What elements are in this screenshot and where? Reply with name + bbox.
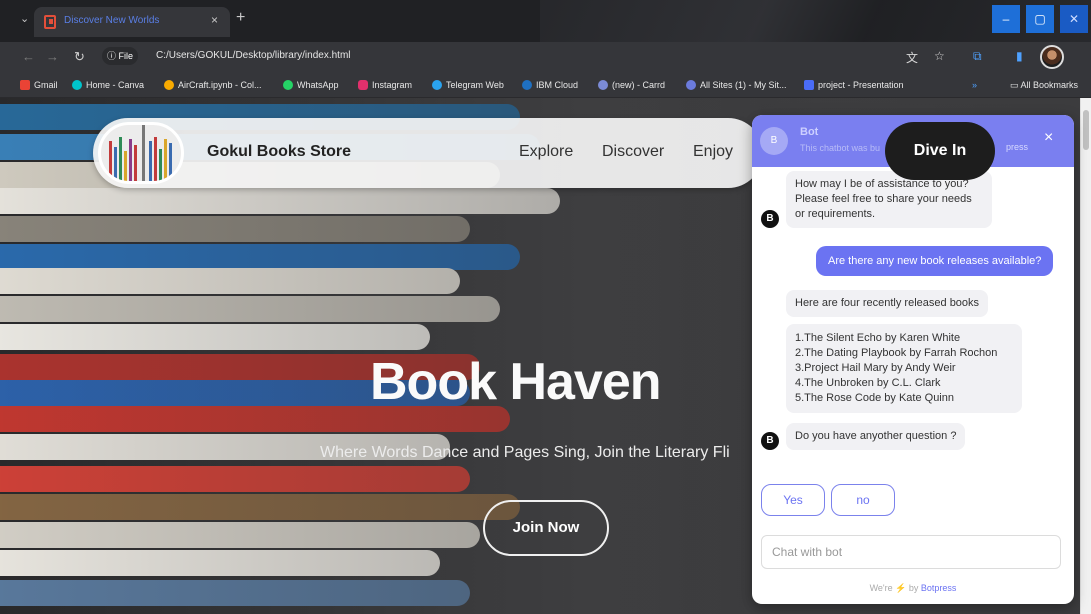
extensions-icon[interactable]: ⧉	[973, 49, 982, 64]
bookmark-item[interactable]: (new) - Carrd	[598, 80, 665, 90]
bookmark-star-icon[interactable]: ☆	[934, 49, 945, 63]
bot-avatar: B	[760, 127, 788, 155]
address-bar[interactable]: C:/Users/GOKUL/Desktop/library/index.htm…	[156, 50, 351, 61]
bookmark-item[interactable]: AirCraft.ipynb - Col...	[164, 80, 262, 90]
option-yes-button[interactable]: Yes	[761, 484, 825, 516]
telegram-icon	[432, 80, 442, 90]
nav-link-discover[interactable]: Discover	[602, 143, 664, 161]
new-tab-button[interactable]: +	[236, 10, 245, 26]
page-scrollbar[interactable]	[1080, 98, 1091, 614]
reload-icon[interactable]: ↻	[74, 49, 85, 65]
window-close-button[interactable]: ✕	[1060, 5, 1088, 33]
powered-by-botpress[interactable]: We're ⚡ by Botpress	[752, 583, 1074, 594]
page-favicon-icon	[44, 15, 56, 29]
canva-icon	[72, 80, 82, 90]
list-item: 1.The Silent Echo by Karen White	[795, 332, 961, 344]
gmail-icon	[20, 80, 30, 90]
hero-title: Book Haven	[370, 353, 662, 411]
bookmarks-overflow-button[interactable]: »	[972, 80, 977, 90]
minimize-button[interactable]: –	[992, 5, 1020, 33]
list-item: 4.The Unbroken by C.L. Clark	[795, 377, 941, 389]
list-item: 5.The Rose Code by Kate Quinn	[795, 392, 954, 404]
hero-subtitle: Where Words Dance and Pages Sing, Join t…	[320, 444, 730, 461]
instagram-icon	[358, 80, 368, 90]
back-icon[interactable]: ←	[22, 49, 35, 64]
bookmarks-bar: Gmail Home - Canva AirCraft.ipynb - Col.…	[0, 72, 1091, 98]
user-message: Are there any new book releases availabl…	[816, 246, 1054, 276]
bookmark-item[interactable]: project - Presentation	[804, 80, 904, 90]
bot-description-tail: press	[1006, 142, 1029, 152]
chatbot-widget: B Bot This chatbot was bu press × How ma…	[752, 115, 1074, 604]
ibm-cloud-icon	[522, 80, 532, 90]
tab-close-icon[interactable]: ×	[211, 13, 218, 27]
brand-name[interactable]: Gokul Books Store	[207, 143, 351, 161]
list-item: 2.The Dating Playbook by Farrah Rochon	[795, 347, 998, 359]
book-list-message: 1.The Silent Echo by Karen White 2.The D…	[786, 324, 1022, 413]
tab-bar: ⌄ Discover New Worlds × + – ▢ ✕	[0, 0, 1091, 42]
nav-link-explore[interactable]: Explore	[519, 143, 573, 161]
scrollbar-thumb[interactable]	[1083, 110, 1089, 150]
site-info-button[interactable]: ⓘ File	[102, 47, 139, 65]
tab-search-icon[interactable]: ⌄	[20, 12, 29, 25]
bookmark-item[interactable]: Gmail	[20, 80, 58, 90]
profile-avatar[interactable]	[1040, 45, 1064, 69]
bot-message: Here are four recently released books	[786, 290, 989, 317]
bookmark-item[interactable]: All Sites (1) - My Sit...	[686, 80, 787, 90]
bookmark-item[interactable]: IBM Cloud	[522, 80, 578, 90]
translate-icon[interactable]: 文	[906, 49, 918, 66]
bot-description: This chatbot was bu	[800, 143, 881, 153]
carrd-icon	[598, 80, 608, 90]
dive-in-button[interactable]: Dive In	[885, 122, 995, 180]
bookshelf-logo[interactable]	[98, 122, 184, 184]
whatsapp-icon	[283, 80, 293, 90]
bot-message-avatar: B	[761, 432, 779, 450]
presentation-icon	[804, 80, 814, 90]
side-panel-icon[interactable]: ▮	[1016, 49, 1023, 63]
tab-discover-new-worlds[interactable]: Discover New Worlds ×	[34, 7, 230, 37]
chat-input[interactable]	[761, 535, 1061, 569]
tab-title: Discover New Worlds	[64, 15, 160, 26]
site-icon	[686, 80, 696, 90]
bookmark-item[interactable]: Home - Canva	[72, 80, 144, 90]
bolt-icon: ⚡	[895, 583, 907, 593]
bookmark-item[interactable]: WhatsApp	[283, 80, 339, 90]
bot-message: Do you have anyother question ?	[786, 423, 966, 450]
nav-link-enjoy[interactable]: Enjoy	[693, 143, 733, 161]
bookmark-item[interactable]: Instagram	[358, 80, 412, 90]
chat-close-icon[interactable]: ×	[1044, 129, 1053, 147]
maximize-button[interactable]: ▢	[1026, 5, 1054, 33]
folder-icon: ▭	[1010, 80, 1021, 90]
browser-window: ⌄ Discover New Worlds × + – ▢ ✕ ← → ↻ ⓘ …	[0, 0, 1091, 614]
bot-name: Bot	[800, 126, 819, 138]
option-no-button[interactable]: no	[831, 484, 895, 516]
colab-icon	[164, 80, 174, 90]
bookmark-item[interactable]: Telegram Web	[432, 80, 504, 90]
join-now-button[interactable]: Join Now	[483, 500, 609, 556]
list-item: 3.Project Hail Mary by Andy Weir	[795, 362, 956, 374]
all-bookmarks-button[interactable]: ▭ All Bookmarks	[1010, 80, 1078, 91]
bot-message-avatar: B	[761, 210, 779, 228]
forward-icon[interactable]: →	[46, 49, 59, 64]
